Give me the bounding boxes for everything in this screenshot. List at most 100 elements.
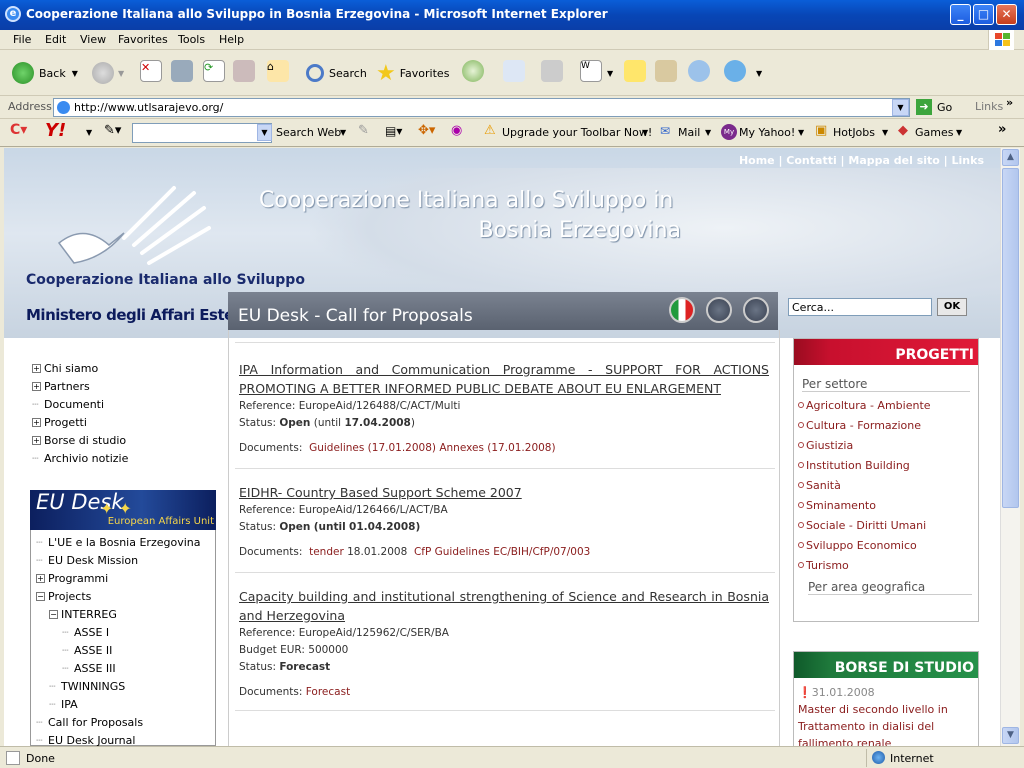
dropdown-arrow-icon[interactable]: ▼ bbox=[756, 60, 762, 86]
research-icon[interactable] bbox=[655, 60, 677, 82]
favorites-button[interactable]: ★ Favorites bbox=[376, 60, 449, 86]
progetti-link[interactable]: Cultura - Formazione bbox=[794, 416, 978, 436]
my-yahoo-link[interactable]: My Yahoo! bbox=[739, 126, 795, 139]
leftnav-item[interactable]: + Borse di studio bbox=[32, 434, 126, 447]
address-dropdown-icon[interactable]: ▼ bbox=[892, 99, 909, 116]
maximize-button[interactable]: □ bbox=[973, 4, 994, 25]
stop-icon[interactable]: ✕ bbox=[140, 60, 162, 82]
upgrade-toolbar-link[interactable]: Upgrade your Toolbar Now! bbox=[502, 126, 652, 139]
scroll-down-icon[interactable]: ▼ bbox=[1002, 727, 1019, 744]
menu-file[interactable]: File bbox=[13, 33, 31, 46]
progetti-link[interactable]: Institution Building bbox=[794, 456, 978, 476]
eudesk-item[interactable]: ┄ ASSE I bbox=[62, 626, 109, 639]
search-dropdown-icon[interactable]: ▼ bbox=[257, 124, 272, 141]
eudesk-item[interactable]: ┄ IPA bbox=[49, 698, 78, 711]
games-link[interactable]: Games bbox=[915, 126, 953, 139]
refresh-icon[interactable]: ⟳ bbox=[203, 60, 225, 82]
site-search-ok-button[interactable]: OK bbox=[937, 298, 967, 316]
eudesk-item[interactable]: − Projects bbox=[36, 590, 91, 603]
eudesk-item[interactable]: ┄ ASSE III bbox=[62, 662, 116, 675]
eudesk-item[interactable]: + Programmi bbox=[36, 572, 108, 585]
pencil-icon[interactable]: ✎▾ bbox=[104, 123, 121, 138]
top-links[interactable]: Home | Contatti | Mappa del sito | Links bbox=[739, 154, 984, 167]
skype-icon[interactable] bbox=[724, 60, 746, 82]
eudesk-item[interactable]: ┄ EU Desk Mission bbox=[36, 554, 138, 567]
print-icon[interactable] bbox=[541, 60, 563, 82]
dropdown-arrow-icon[interactable]: ▼ bbox=[72, 69, 78, 78]
italian-flag-icon[interactable] bbox=[669, 297, 695, 323]
dropdown-arrow-icon[interactable]: ▼ bbox=[705, 128, 711, 137]
eudesk-item[interactable]: ┄ TWINNINGS bbox=[49, 680, 125, 693]
progetti-link[interactable]: Sviluppo Economico bbox=[794, 536, 978, 556]
leftnav-item[interactable]: + Progetti bbox=[32, 416, 87, 429]
toolbar-icon[interactable] bbox=[233, 60, 255, 82]
doc-link[interactable]: tender bbox=[309, 546, 344, 558]
close-button[interactable]: ✕ bbox=[996, 4, 1017, 25]
dropdown-arrow-icon[interactable]: ▼ bbox=[642, 128, 648, 137]
progetti-link[interactable]: Turismo bbox=[794, 556, 978, 576]
scroll-up-icon[interactable]: ▲ bbox=[1002, 149, 1019, 166]
history-icon[interactable] bbox=[462, 60, 484, 82]
menu-tools[interactable]: Tools bbox=[178, 33, 205, 46]
go-button[interactable]: ➜ Go bbox=[916, 99, 952, 115]
menu-view[interactable]: View bbox=[80, 33, 106, 46]
headphones-icon[interactable]: ◉ bbox=[451, 123, 462, 138]
toolbar-logo-icon[interactable]: C▾ bbox=[10, 122, 27, 138]
eudesk-item[interactable]: ┄ ASSE II bbox=[62, 644, 112, 657]
expand-icon[interactable]: + bbox=[32, 364, 41, 373]
window-icon[interactable]: ▤▾ bbox=[385, 124, 402, 138]
address-input[interactable]: http://www.utlsarajevo.org/ ▼ bbox=[53, 98, 910, 117]
search-button[interactable]: Search bbox=[306, 60, 367, 86]
menu-edit[interactable]: Edit bbox=[45, 33, 66, 46]
yahoo-search-input[interactable] bbox=[132, 123, 272, 143]
hotjobs-link[interactable]: HotJobs bbox=[833, 126, 875, 139]
scroll-thumb[interactable] bbox=[1002, 168, 1019, 508]
dropdown-arrow-icon[interactable]: ▼ bbox=[118, 69, 124, 78]
expand-icon[interactable]: + bbox=[32, 382, 41, 391]
vertical-scrollbar[interactable]: ▲ ▼ bbox=[1000, 148, 1020, 746]
mail-link[interactable]: Mail bbox=[678, 126, 700, 139]
leftnav-item[interactable]: + Partners bbox=[32, 380, 90, 393]
minimize-button[interactable]: _ bbox=[950, 4, 971, 25]
forward-button[interactable]: ▼ bbox=[92, 60, 124, 86]
edit-icon[interactable]: W bbox=[580, 60, 602, 82]
progetti-link[interactable]: Sminamento bbox=[794, 496, 978, 516]
back-button[interactable]: Back ▼ bbox=[12, 60, 78, 86]
expand-icon[interactable]: − bbox=[49, 610, 58, 619]
progetti-link[interactable]: Giustizia bbox=[794, 436, 978, 456]
chevron-right-icon[interactable]: » bbox=[1006, 96, 1013, 109]
dropdown-arrow-icon[interactable]: ▼ bbox=[798, 128, 804, 137]
eudesk-item[interactable]: ┄ Call for Proposals bbox=[36, 716, 143, 729]
leftnav-item[interactable]: + Chi siamo bbox=[32, 362, 98, 375]
progetti-link[interactable]: Agricoltura - Ambiente bbox=[794, 396, 978, 416]
leftnav-item[interactable]: ┄ Documenti bbox=[32, 398, 104, 411]
menu-favorites[interactable]: Favorites bbox=[118, 33, 168, 46]
dropdown-arrow-icon[interactable]: ▼ bbox=[882, 128, 888, 137]
cfp-title-link[interactable]: Capacity building and institutional stre… bbox=[239, 587, 769, 625]
dropdown-arrow-icon[interactable]: ▼ bbox=[956, 128, 962, 137]
doc-link[interactable]: CfP Guidelines EC/BIH/CfP/07/003 bbox=[414, 546, 590, 558]
eudesk-item[interactable]: ┄ L'UE e la Bosnia Erzegovina bbox=[36, 536, 201, 549]
bosnian-flag-icon[interactable] bbox=[706, 297, 732, 323]
expand-icon[interactable]: + bbox=[32, 436, 41, 445]
eudesk-item[interactable]: ┄ EU Desk Journal bbox=[36, 734, 135, 746]
mail-icon[interactable] bbox=[503, 60, 525, 82]
borse-link[interactable]: Master di secondo livello in Trattamento… bbox=[798, 701, 974, 746]
expand-icon[interactable]: + bbox=[32, 418, 41, 427]
highlight-icon[interactable]: ✎ bbox=[358, 123, 369, 138]
messenger-icon[interactable] bbox=[688, 60, 710, 82]
home-icon[interactable]: ⌂ bbox=[267, 60, 289, 82]
dropdown-arrow-icon[interactable]: ▼ bbox=[86, 128, 92, 137]
doc-link[interactable]: Guidelines (17.01.2008) bbox=[309, 442, 436, 454]
search-web-button[interactable]: Search Web bbox=[276, 126, 341, 139]
uk-flag-icon[interactable] bbox=[743, 297, 769, 323]
cfp-title-link[interactable]: IPA Information and Communication Progra… bbox=[239, 360, 769, 398]
progetti-link[interactable]: Sociale - Diritti Umani bbox=[794, 516, 978, 536]
antispy-icon[interactable]: ✥▾ bbox=[418, 123, 435, 138]
dropdown-arrow-icon[interactable]: ▼ bbox=[607, 60, 613, 86]
note-icon[interactable] bbox=[624, 60, 646, 82]
links-label[interactable]: Links bbox=[975, 100, 1003, 113]
eudesk-item[interactable]: − INTERREG bbox=[49, 608, 117, 621]
doc-link[interactable]: Annexes (17.01.2008) bbox=[439, 442, 555, 454]
doc-link[interactable]: Forecast bbox=[306, 686, 350, 698]
